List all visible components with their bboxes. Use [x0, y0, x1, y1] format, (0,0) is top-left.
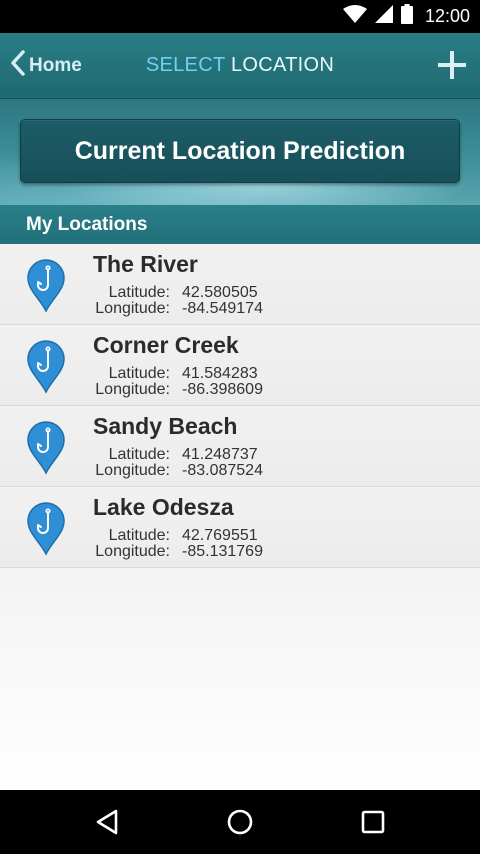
battery-icon — [400, 4, 413, 29]
system-nav-bar — [0, 790, 480, 854]
location-name: Corner Creek — [93, 332, 239, 358]
status-bar: 12:00 — [0, 0, 480, 33]
longitude-row: Longitude: -85.131769 — [93, 543, 263, 561]
longitude-label: Longitude: — [95, 462, 170, 479]
recents-nav-icon — [358, 810, 388, 841]
longitude-value: -84.549174 — [182, 300, 263, 317]
plus-icon — [436, 51, 468, 85]
home-nav-icon — [225, 809, 255, 841]
longitude-label: Longitude: — [95, 300, 170, 317]
longitude-label: Longitude: — [95, 543, 170, 560]
section-header-my-locations: My Locations — [0, 205, 480, 244]
signal-icon — [374, 5, 393, 28]
nav-back-button[interactable] — [92, 807, 122, 837]
longitude-value: -85.131769 — [182, 543, 263, 560]
longitude-row: Longitude: -84.549174 — [93, 300, 263, 318]
location-item[interactable]: Sandy Beach Latitude: 41.248737 Longitud… — [0, 406, 480, 487]
hero-banner: Current Location Prediction — [0, 99, 480, 205]
app-bar: Home SELECT LOCATION — [0, 33, 480, 99]
longitude-row: Longitude: -86.398609 — [93, 381, 263, 399]
fishing-hook-pin-icon — [24, 500, 68, 556]
wifi-icon — [342, 5, 367, 28]
fishing-hook-pin-icon — [24, 338, 68, 394]
longitude-label: Longitude: — [95, 381, 170, 398]
location-item[interactable]: Corner Creek Latitude: 41.584283 Longitu… — [0, 325, 480, 406]
locations-list: The River Latitude: 42.580505 Longitude:… — [0, 244, 480, 568]
fishing-hook-pin-icon — [24, 257, 68, 313]
location-name: Sandy Beach — [93, 413, 238, 439]
longitude-value: -83.087524 — [182, 462, 263, 479]
nav-recents-button[interactable] — [358, 807, 388, 837]
add-location-button[interactable] — [436, 49, 468, 81]
status-time: 12:00 — [424, 6, 470, 26]
location-name: The River — [93, 251, 198, 277]
location-item[interactable]: Lake Odesza Latitude: 42.769551 Longitud… — [0, 487, 480, 568]
longitude-row: Longitude: -83.087524 — [93, 462, 263, 480]
page-title-part2: LOCATION — [230, 54, 335, 76]
status-icons: 12:00 — [342, 0, 470, 33]
current-location-prediction-button[interactable]: Current Location Prediction — [20, 119, 460, 183]
fishing-hook-pin-icon — [24, 419, 68, 475]
location-item[interactable]: The River Latitude: 42.580505 Longitude:… — [0, 244, 480, 325]
page-title-part1: SELECT — [145, 54, 226, 76]
nav-home-button[interactable] — [225, 807, 255, 837]
list-empty-area — [0, 568, 480, 790]
back-nav-icon — [92, 809, 122, 841]
location-name: Lake Odesza — [93, 494, 234, 520]
page-title: SELECT LOCATION — [0, 33, 480, 98]
longitude-value: -86.398609 — [182, 381, 263, 398]
